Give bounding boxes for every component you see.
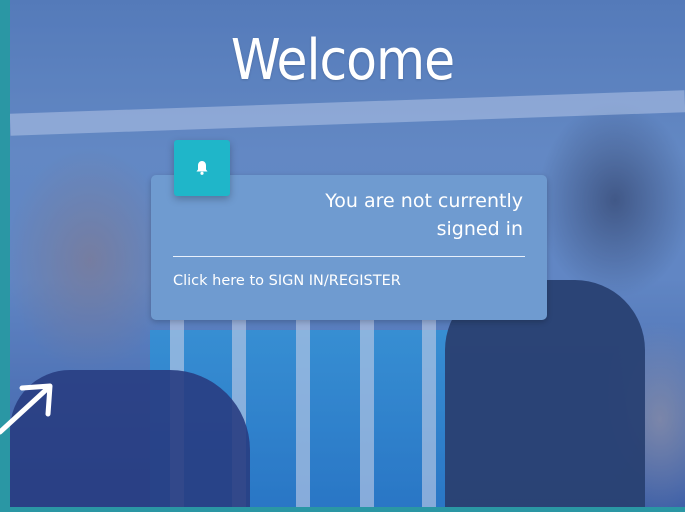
notification-badge: [174, 140, 230, 196]
signin-notice-card: You are not currently signed in Click he…: [151, 175, 547, 320]
bell-icon: [196, 161, 208, 175]
divider: [173, 256, 525, 257]
frame-bottom: [0, 507, 685, 512]
page-title: Welcome: [230, 28, 455, 93]
arrow-up-right-icon: [0, 383, 53, 435]
signin-status-message: You are not currently signed in: [325, 190, 523, 240]
page: Welcome You are not currently signed in …: [0, 0, 685, 512]
signin-register-link[interactable]: Click here to SIGN IN/REGISTER: [173, 273, 401, 289]
